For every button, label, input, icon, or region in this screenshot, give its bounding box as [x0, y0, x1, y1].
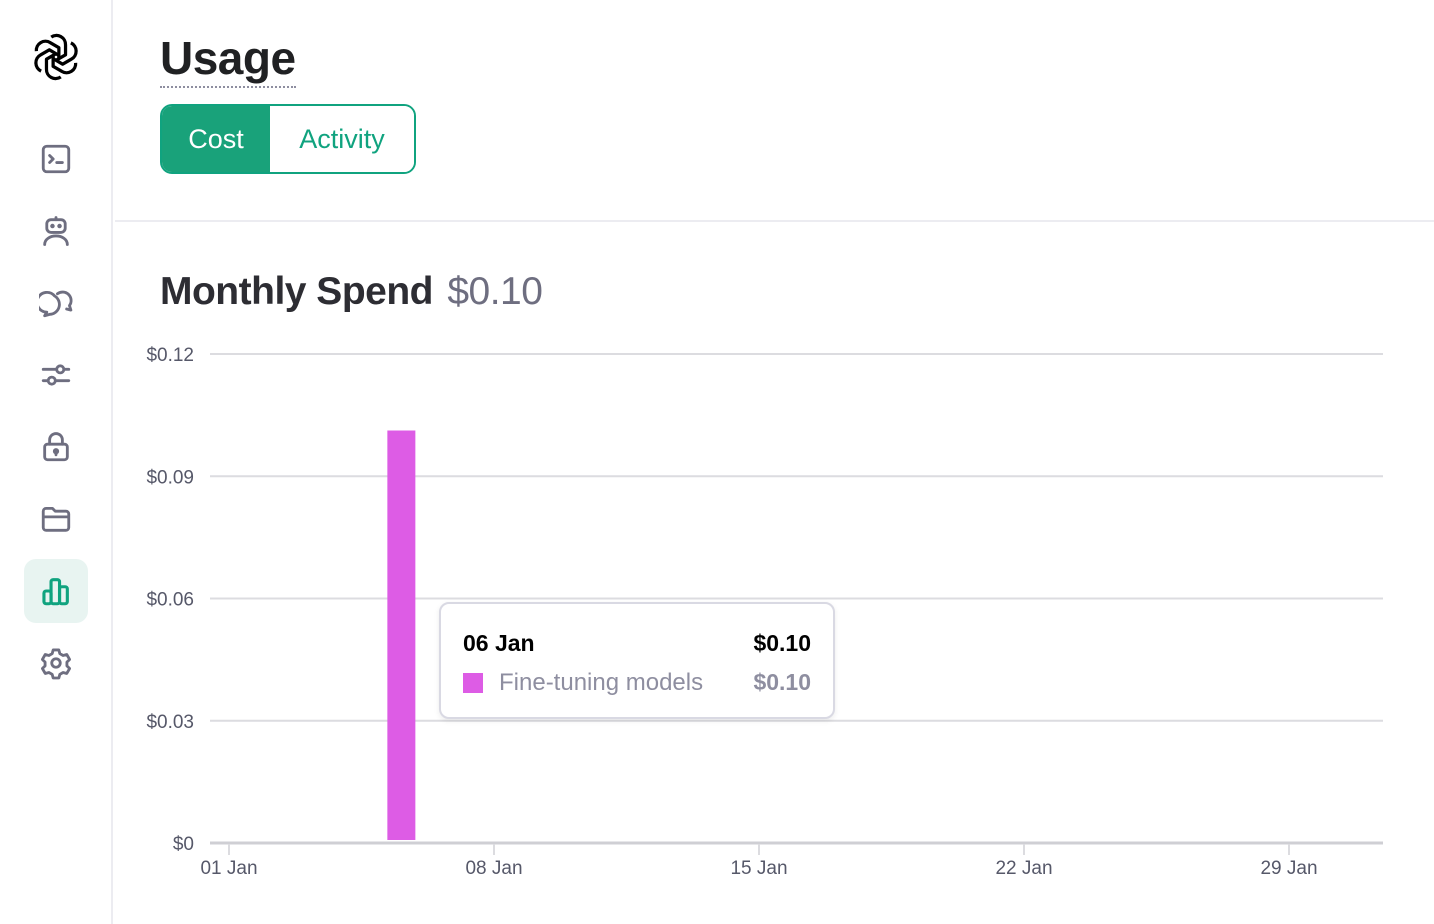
- y-tick-label: $0.09: [146, 467, 194, 488]
- y-tick-label: $0.12: [146, 345, 194, 366]
- tooltip-date: 06 Jan: [463, 630, 535, 656]
- sidebar-item-files[interactable]: [24, 487, 88, 551]
- page-title: Usage: [160, 30, 296, 88]
- tooltip-series-label: Fine-tuning models: [499, 669, 704, 696]
- bar: [387, 430, 416, 840]
- x-tick-label: 15 Jan: [730, 858, 787, 879]
- sidebar-item-fine-tuning[interactable]: [24, 343, 88, 407]
- y-tick-label: $0.03: [146, 712, 194, 733]
- terminal-icon: [41, 144, 71, 174]
- sidebar-item-api-keys[interactable]: [24, 415, 88, 479]
- view-toggle: Cost Activity: [160, 104, 416, 174]
- y-tick-label: $0.06: [146, 590, 194, 611]
- sidebar-item-threads[interactable]: [24, 271, 88, 335]
- x-tick-label: 29 Jan: [1260, 858, 1317, 879]
- sidebar: [0, 0, 113, 924]
- tooltip-series-value: $0.10: [753, 669, 811, 695]
- y-tick-label: $0: [173, 834, 194, 855]
- sidebar-item-usage[interactable]: [24, 559, 88, 623]
- x-tick-label: 22 Jan: [995, 858, 1052, 879]
- gear-icon: [40, 648, 72, 680]
- sidebar-item-settings[interactable]: [24, 631, 88, 695]
- folder-icon: [41, 506, 71, 532]
- page-header: Usage Cost Activity: [115, 0, 1434, 222]
- tab-cost[interactable]: Cost: [162, 106, 270, 172]
- sidebar-item-assistants[interactable]: [24, 199, 88, 263]
- sliders-icon: [41, 364, 71, 386]
- monthly-spend-heading: Monthly Spend $0.10: [160, 270, 543, 314]
- tooltip-series-swatch: [463, 673, 483, 693]
- chart-tooltip: 06 Jan $0.10 Fine-tuning models $0.10: [439, 602, 835, 719]
- chat-bubbles-icon: [39, 290, 73, 318]
- tooltip-total: $0.10: [753, 630, 811, 656]
- bar-chart-icon: [42, 578, 69, 606]
- sidebar-item-playground[interactable]: [24, 127, 88, 191]
- x-tick-label: 08 Jan: [465, 858, 522, 879]
- lock-icon: [43, 432, 69, 462]
- monthly-spend-amount: $0.10: [447, 270, 543, 313]
- tab-activity[interactable]: Activity: [270, 106, 414, 172]
- robot-icon: [43, 216, 69, 246]
- x-tick-label: 01 Jan: [200, 858, 257, 879]
- openai-logo-icon[interactable]: [30, 31, 82, 83]
- monthly-spend-label: Monthly Spend: [160, 270, 433, 313]
